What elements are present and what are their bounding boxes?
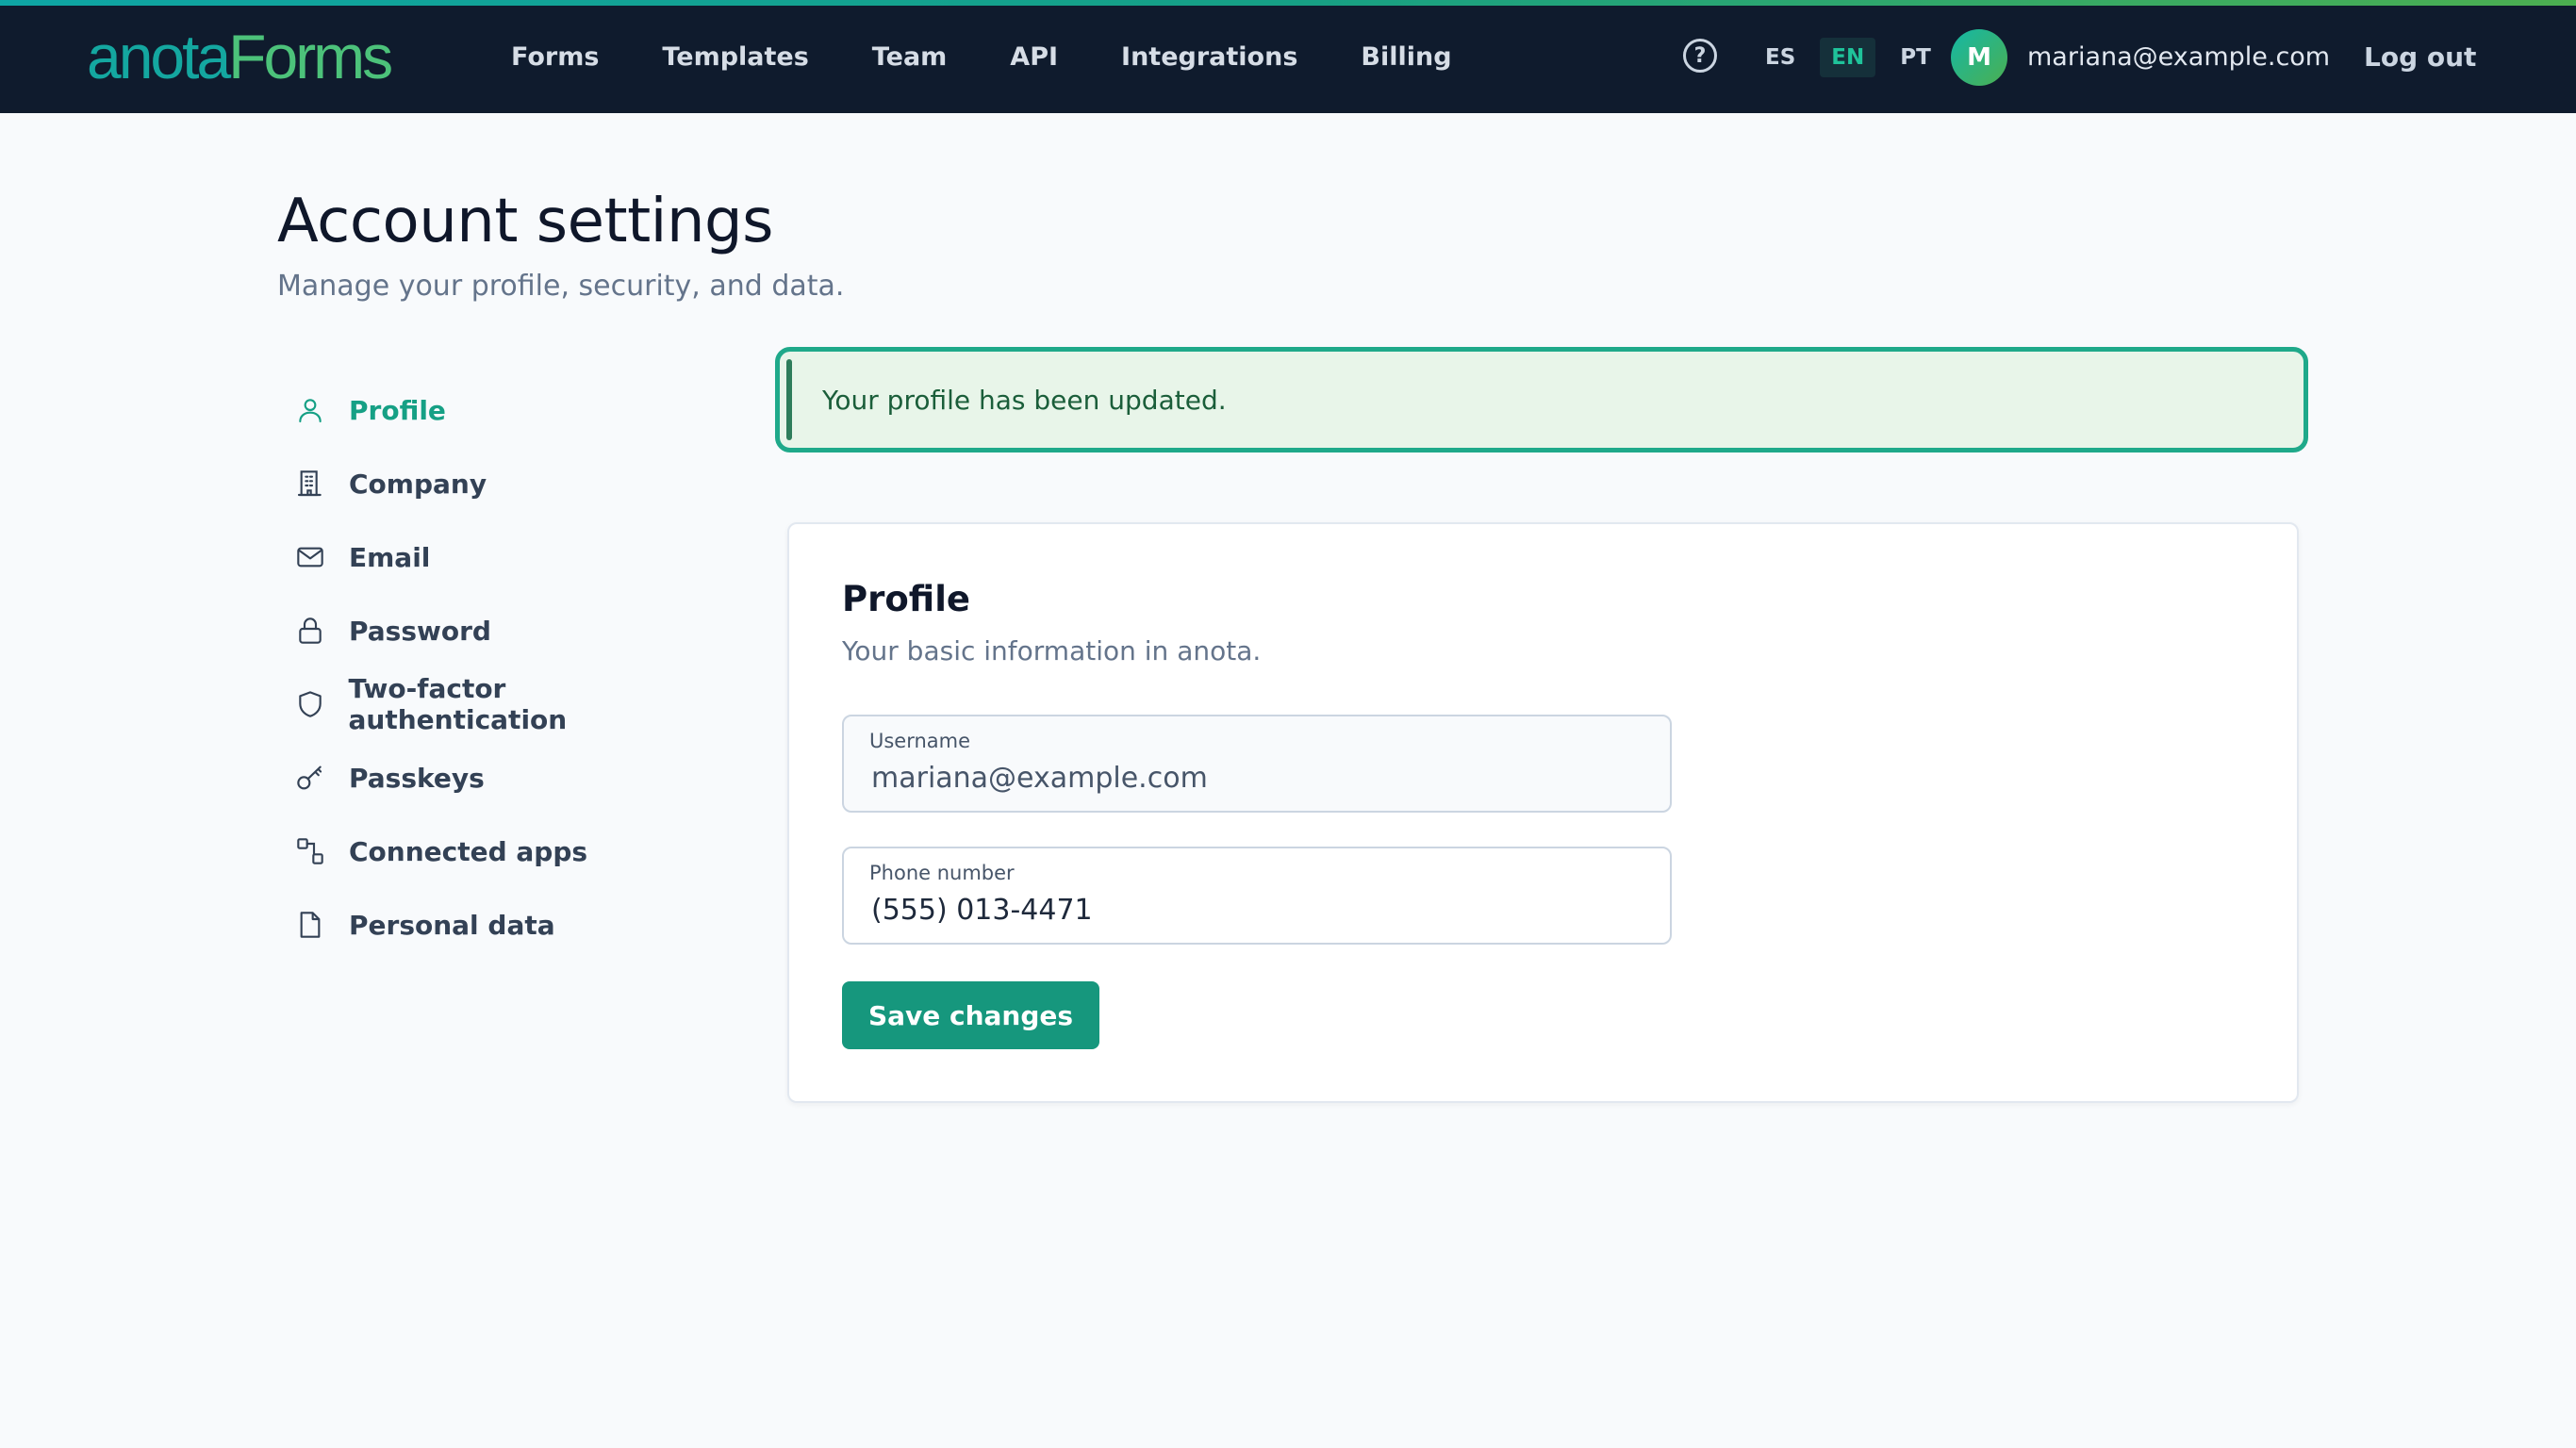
settings-sidebar: Profile Company Email Password Two-facto… bbox=[294, 373, 728, 962]
nav-team[interactable]: Team bbox=[872, 42, 948, 72]
username-field[interactable]: Username mariana@example.com bbox=[842, 715, 1672, 813]
sidebar-item-label: Company bbox=[349, 468, 487, 500]
sidebar-item-label: Passkeys bbox=[349, 762, 485, 794]
logout-button[interactable]: Log out bbox=[2364, 38, 2476, 77]
nav-billing[interactable]: Billing bbox=[1361, 42, 1451, 72]
avatar[interactable]: M bbox=[1951, 29, 2007, 86]
user-icon bbox=[294, 394, 326, 426]
language-switcher: ES EN PT bbox=[1754, 38, 1956, 77]
sidebar-item-password[interactable]: Password bbox=[294, 594, 728, 667]
user-email[interactable]: mariana@example.com bbox=[2027, 38, 2330, 77]
nav-api[interactable]: API bbox=[1010, 42, 1058, 72]
username-label: Username bbox=[869, 730, 971, 752]
sidebar-item-label: Password bbox=[349, 615, 491, 647]
apps-icon bbox=[294, 835, 326, 867]
sidebar-item-passkeys[interactable]: Passkeys bbox=[294, 741, 728, 814]
mail-icon bbox=[294, 541, 326, 573]
document-icon bbox=[294, 909, 326, 941]
sidebar-item-label: Connected apps bbox=[349, 835, 588, 867]
nav-templates[interactable]: Templates bbox=[662, 42, 808, 72]
top-navigation-bar: anotaForms Forms Templates Team API Inte… bbox=[0, 0, 2576, 113]
sidebar-item-label: Profile bbox=[349, 394, 446, 426]
card-description: Your basic information in anota. bbox=[842, 635, 1262, 666]
alert-message: Your profile has been updated. bbox=[822, 384, 1227, 416]
phone-number-label: Phone number bbox=[869, 862, 1015, 884]
card-title: Profile bbox=[842, 579, 970, 619]
main-nav: Forms Templates Team API Integrations Bi… bbox=[511, 0, 1515, 113]
lang-es[interactable]: ES bbox=[1754, 38, 1807, 77]
success-alert: Your profile has been updated. bbox=[775, 347, 2308, 452]
anota-forms-logo[interactable]: anotaForms bbox=[87, 21, 393, 92]
phone-number-field[interactable]: Phone number (555) 013-4471 bbox=[842, 847, 1672, 945]
sidebar-item-label: Email bbox=[349, 541, 431, 573]
nav-forms[interactable]: Forms bbox=[511, 42, 599, 72]
lang-pt[interactable]: PT bbox=[1889, 38, 1942, 77]
page-title: Account settings bbox=[277, 187, 773, 256]
sidebar-item-two-factor[interactable]: Two-factor authentication bbox=[294, 667, 728, 741]
alert-accent-bar bbox=[786, 359, 792, 440]
profile-card: Profile Your basic information in anota.… bbox=[787, 522, 2299, 1103]
lock-icon bbox=[294, 615, 326, 647]
shield-icon bbox=[294, 688, 326, 720]
nav-integrations[interactable]: Integrations bbox=[1121, 42, 1297, 72]
building-icon bbox=[294, 468, 326, 500]
help-icon[interactable]: ? bbox=[1683, 39, 1717, 73]
page-subtitle: Manage your profile, security, and data. bbox=[277, 270, 845, 303]
save-changes-button[interactable]: Save changes bbox=[842, 981, 1099, 1049]
key-icon bbox=[294, 762, 326, 794]
sidebar-item-profile[interactable]: Profile bbox=[294, 373, 728, 447]
sidebar-item-label: Personal data bbox=[349, 909, 555, 941]
username-value: mariana@example.com bbox=[871, 762, 1208, 795]
sidebar-item-personal-data[interactable]: Personal data bbox=[294, 888, 728, 962]
sidebar-item-company[interactable]: Company bbox=[294, 447, 728, 520]
sidebar-item-connected-apps[interactable]: Connected apps bbox=[294, 814, 728, 888]
sidebar-item-label: Two-factor authentication bbox=[348, 673, 568, 735]
sidebar-item-email[interactable]: Email bbox=[294, 520, 728, 594]
lang-en[interactable]: EN bbox=[1820, 38, 1876, 77]
phone-number-value: (555) 013-4471 bbox=[871, 894, 1093, 927]
